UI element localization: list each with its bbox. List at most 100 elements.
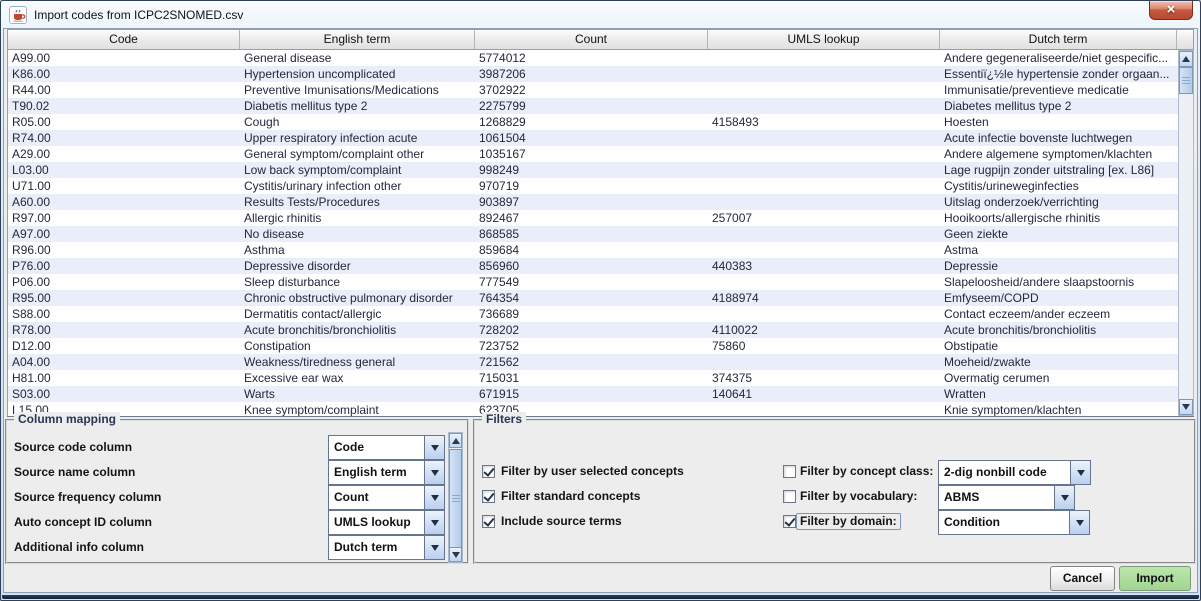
- cell-umls-lookup: [708, 146, 940, 162]
- filter-by-vocabulary-dropdown-arrow-button[interactable]: [1054, 486, 1074, 509]
- cell-english-term: No disease: [240, 226, 475, 242]
- auto-concept-id-column-dropdown-arrow-button[interactable]: [424, 511, 444, 534]
- filter-by-concept-class-dropdown-arrow-button[interactable]: [1070, 461, 1090, 484]
- cell-english-term: Acute bronchitis/bronchiolitis: [240, 322, 475, 338]
- column-header-english-term[interactable]: English term: [240, 30, 475, 49]
- cell-count: 723752: [475, 338, 708, 354]
- source-name-column-dropdown-arrow-button[interactable]: [424, 461, 444, 484]
- table-row[interactable]: A29.00General symptom/complaint other103…: [8, 146, 1178, 162]
- cell-umls-lookup: [708, 194, 940, 210]
- java-coffee-icon: [9, 6, 27, 24]
- cell-count: 715031: [475, 370, 708, 386]
- table-row[interactable]: R95.00Chronic obstructive pulmonary diso…: [8, 290, 1178, 306]
- auto-concept-id-column-dropdown[interactable]: UMLS lookup: [328, 510, 445, 535]
- cell-count: 856960: [475, 258, 708, 274]
- additional-info-column-dropdown[interactable]: Dutch term: [328, 535, 445, 560]
- table-row[interactable]: A60.00Results Tests/Procedures903897Uits…: [8, 194, 1178, 210]
- filter-by-vocabulary-dropdown[interactable]: ABMS: [938, 485, 1075, 510]
- cell-english-term: Cough: [240, 114, 475, 130]
- cell-dutch-term: Contact eczeem/ander eczeem: [940, 306, 1177, 322]
- filter-by-domain-dropdown[interactable]: Condition: [938, 510, 1090, 535]
- mapping-scrollbar[interactable]: [448, 432, 463, 563]
- table-row[interactable]: L15.00Knee symptom/complaint623705Knie s…: [8, 402, 1178, 416]
- table-row[interactable]: P76.00Depressive disorder856960440383Dep…: [8, 258, 1178, 274]
- source-frequency-column-dropdown-value: Count: [329, 486, 424, 509]
- source-frequency-column-dropdown[interactable]: Count: [328, 485, 445, 510]
- cell-umls-lookup: 140641: [708, 386, 940, 402]
- cell-count: 1268829: [475, 114, 708, 130]
- column-header-corner: [1177, 30, 1193, 49]
- table-scrollbar-down-button[interactable]: [1179, 399, 1193, 415]
- include-source-terms-checkbox[interactable]: [482, 515, 495, 528]
- table-row[interactable]: R74.00Upper respiratory infection acute1…: [8, 130, 1178, 146]
- cell-english-term: Upper respiratory infection acute: [240, 130, 475, 146]
- table-scrollbar-thumb[interactable]: [1179, 67, 1193, 94]
- table-row[interactable]: A99.00General disease5774012Andere gegen…: [8, 50, 1178, 66]
- cell-count: 736689: [475, 306, 708, 322]
- additional-info-column-dropdown-arrow-button[interactable]: [424, 536, 444, 559]
- cell-count: 868585: [475, 226, 708, 242]
- table-row[interactable]: S88.00Dermatitis contact/allergic736689C…: [8, 306, 1178, 322]
- window-bottom-edge: [2, 595, 1199, 599]
- cell-count: 2275799: [475, 98, 708, 114]
- cell-english-term: General disease: [240, 50, 475, 66]
- table-row[interactable]: R96.00Asthma859684Astma: [8, 242, 1178, 258]
- filter-by-concept-class-checkbox[interactable]: [783, 465, 796, 478]
- column-header-umls-lookup[interactable]: UMLS lookup: [708, 30, 940, 49]
- column-header-dutch-term[interactable]: Dutch term: [940, 30, 1177, 49]
- table-scrollbar-up-button[interactable]: [1179, 51, 1193, 67]
- table-row[interactable]: H81.00Excessive ear wax715031374375Overm…: [8, 370, 1178, 386]
- filter-by-user-selected-concepts-label: Filter by user selected concepts: [501, 465, 684, 478]
- filter-by-domain-dropdown-arrow-button[interactable]: [1069, 511, 1089, 534]
- mapping-scrollbar-up-button[interactable]: [449, 433, 462, 448]
- cell-code: R74.00: [8, 130, 240, 146]
- table-row[interactable]: R97.00Allergic rhinitis892467257007Hooik…: [8, 210, 1178, 226]
- codes-table: A99.00General disease5774012Andere gegen…: [7, 50, 1178, 416]
- filter-standard-concepts-checkbox[interactable]: [482, 490, 495, 503]
- table-row[interactable]: R78.00Acute bronchitis/bronchiolitis7282…: [8, 322, 1178, 338]
- filter-by-user-selected-concepts-checkbox[interactable]: [482, 465, 495, 478]
- table-row[interactable]: K86.00Hypertension uncomplicated3987206E…: [8, 66, 1178, 82]
- cell-dutch-term: Depressie: [940, 258, 1177, 274]
- filter-by-domain-label: Filter by domain:: [796, 513, 901, 530]
- table-row[interactable]: U71.00Cystitis/urinary infection other97…: [8, 178, 1178, 194]
- column-header-count[interactable]: Count: [475, 30, 708, 49]
- cell-umls-lookup: 440383: [708, 258, 940, 274]
- import-button[interactable]: Import: [1119, 566, 1191, 591]
- source-code-column-dropdown[interactable]: Code: [328, 435, 445, 460]
- table-bottom-border: [7, 416, 1194, 417]
- table-scrollbar[interactable]: [1178, 50, 1194, 416]
- cancel-button[interactable]: Cancel: [1050, 566, 1115, 591]
- cell-count: 728202: [475, 322, 708, 338]
- column-header-code[interactable]: Code: [8, 30, 240, 49]
- cell-dutch-term: Uitslag onderzoek/verrichting: [940, 194, 1177, 210]
- additional-info-column-dropdown-value: Dutch term: [329, 536, 424, 559]
- cell-count: 859684: [475, 242, 708, 258]
- table-header-row: CodeEnglish termCountUMLS lookupDutch te…: [7, 29, 1194, 50]
- table-row[interactable]: A04.00Weakness/tiredness general721562Mo…: [8, 354, 1178, 370]
- filter-by-concept-class-dropdown[interactable]: 2-dig nonbill code: [938, 460, 1091, 485]
- table-row[interactable]: R44.00Preventive Imunisations/Medication…: [8, 82, 1178, 98]
- mapping-scrollbar-thumb[interactable]: [449, 449, 462, 548]
- import-codes-window: Import codes from ICPC2SNOMED.csv × Code…: [0, 0, 1201, 601]
- table-row[interactable]: S03.00Warts671915140641Wratten: [8, 386, 1178, 402]
- close-button[interactable]: ×: [1149, 1, 1193, 20]
- source-name-column-dropdown[interactable]: English term: [328, 460, 445, 485]
- checkmark-icon: [784, 515, 795, 527]
- filter-by-domain-checkbox[interactable]: [783, 515, 796, 528]
- filter-by-vocabulary-checkbox[interactable]: [783, 490, 796, 503]
- table-row[interactable]: A97.00No disease868585Geen ziekte: [8, 226, 1178, 242]
- table-row[interactable]: L03.00Low back symptom/complaint998249La…: [8, 162, 1178, 178]
- table-row[interactable]: P06.00Sleep disturbance777549Slapelooshe…: [8, 274, 1178, 290]
- titlebar[interactable]: Import codes from ICPC2SNOMED.csv: [1, 1, 1200, 28]
- table-row[interactable]: R05.00Cough12688294158493Hoesten: [8, 114, 1178, 130]
- cell-code: R95.00: [8, 290, 240, 306]
- mapping-scrollbar-down-button[interactable]: [449, 547, 462, 562]
- chevron-down-icon: [431, 470, 439, 480]
- cell-count: 970719: [475, 178, 708, 194]
- table-row[interactable]: T90.02Diabetis mellitus type 22275799Dia…: [8, 98, 1178, 114]
- source-frequency-column-dropdown-arrow-button[interactable]: [424, 486, 444, 509]
- source-code-column-dropdown-arrow-button[interactable]: [424, 436, 444, 459]
- table-row[interactable]: D12.00Constipation72375275860Obstipatie: [8, 338, 1178, 354]
- cell-umls-lookup: [708, 162, 940, 178]
